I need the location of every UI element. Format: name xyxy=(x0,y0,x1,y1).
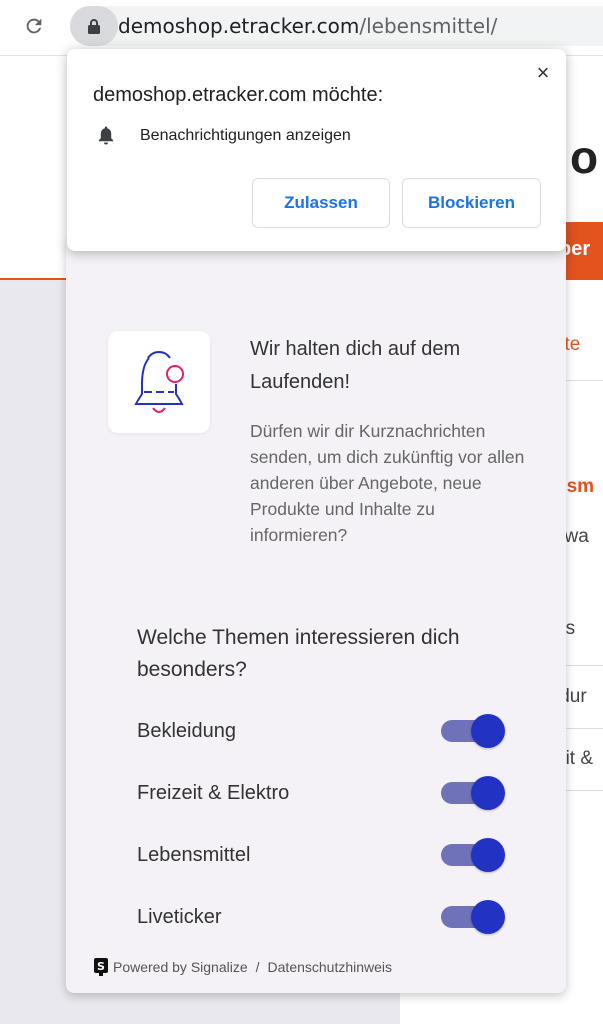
panel-description: Dürfen wir dir Kurznachrichten senden, u… xyxy=(250,421,525,545)
topic-label: Freizeit & Elektro xyxy=(137,782,290,804)
topic-row: Freizeit & Elektro xyxy=(137,774,505,814)
page-heading-fragment: o xyxy=(570,131,599,183)
topic-label: Liveticker xyxy=(137,906,222,928)
topic-toggle[interactable] xyxy=(441,714,505,748)
topic-label: Lebensmittel xyxy=(137,844,251,866)
panel-headline: Wir halten dich auf dem Laufenden! xyxy=(250,338,461,393)
block-button[interactable]: Blockieren xyxy=(402,178,541,228)
url-domain: demoshop.etracker.com xyxy=(118,14,360,38)
toggle-knob xyxy=(471,714,505,748)
topics-question: Welche Themen interessieren dich besonde… xyxy=(137,626,460,681)
signalize-logo-icon: S xyxy=(92,956,110,978)
bell-icon xyxy=(98,126,114,145)
powered-by-link[interactable]: Powered by Signalize xyxy=(113,959,248,975)
toggle-knob xyxy=(471,838,505,872)
permission-text: Benachrichtigungen anzeigen xyxy=(140,127,351,144)
toggle-knob xyxy=(471,900,505,934)
topic-row: Bekleidung xyxy=(137,712,505,752)
close-icon[interactable]: × xyxy=(531,60,555,85)
topic-row: Liveticker xyxy=(137,898,505,938)
allow-button[interactable]: Zulassen xyxy=(252,178,390,228)
svg-text:S: S xyxy=(97,960,105,973)
toggle-knob xyxy=(471,776,505,810)
address-bar[interactable]: demoshop.etracker.com/lebensmittel/ xyxy=(70,6,603,46)
url-path: /lebensmittel/ xyxy=(359,14,498,38)
url-text[interactable]: demoshop.etracker.com/lebensmittel/ xyxy=(118,14,497,38)
reload-icon[interactable] xyxy=(20,12,48,40)
bell-card xyxy=(108,331,210,433)
topic-toggle[interactable] xyxy=(441,838,505,872)
topic-label: Bekleidung xyxy=(137,720,236,742)
lock-icon[interactable] xyxy=(70,6,118,46)
bell-icon xyxy=(134,350,184,413)
topic-toggle[interactable] xyxy=(441,776,505,810)
popup-title: demoshop.etracker.com möchte: xyxy=(93,84,384,106)
privacy-link[interactable]: Datenschutzhinweis xyxy=(268,959,393,975)
panel-footer: S Powered by Signalize / Datenschutzhinw… xyxy=(92,956,392,978)
topic-row: Lebensmittel xyxy=(137,836,505,876)
page-accent-line xyxy=(0,278,70,280)
topic-toggle[interactable] xyxy=(441,900,505,934)
footer-separator: / xyxy=(255,959,260,975)
browser-toolbar: demoshop.etracker.com/lebensmittel/ xyxy=(0,0,603,56)
permission-popup: × demoshop.etracker.com möchte: Benachri… xyxy=(67,49,566,251)
